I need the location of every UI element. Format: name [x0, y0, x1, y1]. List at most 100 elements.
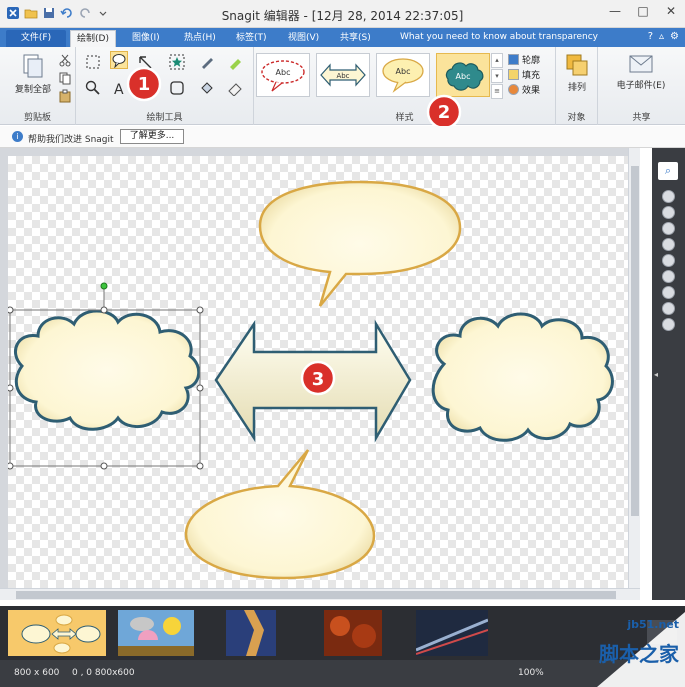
effects-button[interactable]: 效果	[508, 83, 540, 96]
tab-share[interactable]: 共享(S)	[334, 30, 377, 47]
ribbon: 复制全部 剪贴板 A 绘制工具 样式 Abc Abc Abc Abc ▴ ▾ ≡…	[0, 47, 685, 125]
group-object: 排列 对象	[556, 47, 598, 125]
arrange-button[interactable]: 排列	[560, 53, 594, 93]
resize-handle[interactable]	[100, 462, 108, 470]
copy-all-label: 复制全部	[14, 85, 51, 95]
tray-thumbnail[interactable]	[118, 610, 194, 656]
info-icon: i	[12, 131, 23, 142]
help-icon[interactable]: ?	[648, 31, 653, 42]
effects-toolbar: ⌕ ◂	[652, 148, 685, 600]
cut-icon[interactable]	[56, 51, 74, 69]
search-icon[interactable]: ⌕	[658, 162, 678, 180]
info-bar: i 帮助我们改进 Snagit 了解更多...	[0, 126, 685, 148]
effect-icon[interactable]	[662, 286, 675, 299]
speech-bubble-top[interactable]	[258, 180, 462, 307]
highlighter-tool-icon[interactable]	[226, 53, 244, 71]
resize-handle[interactable]	[196, 462, 204, 470]
magnify-tool-icon[interactable]	[84, 79, 102, 97]
fill-button[interactable]: 填充	[508, 68, 540, 81]
style-gallery-scroll[interactable]: ▴ ▾ ≡	[491, 53, 503, 100]
effect-icon[interactable]	[662, 318, 675, 331]
help-link[interactable]: What you need to know about transparency	[400, 32, 598, 42]
marker-1: 1	[126, 66, 162, 102]
canvas-shapes: 3	[8, 180, 614, 580]
object-group-label: 对象	[567, 113, 586, 123]
resize-handle[interactable]	[196, 384, 204, 392]
thumbnail-image	[21, 614, 101, 654]
fill-tool-icon[interactable]	[198, 79, 216, 97]
effect-icon[interactable]	[662, 190, 675, 203]
tab-file[interactable]: 文件(F)	[6, 30, 66, 47]
tray-thumbnail[interactable]	[324, 610, 382, 656]
ribbon-minimize-icon[interactable]: ▵	[659, 31, 664, 42]
rotate-handle[interactable]	[100, 282, 108, 290]
tab-image[interactable]: 图像(I)	[126, 30, 166, 47]
style-yellow-speech-bubble[interactable]: Abc	[376, 53, 430, 97]
resize-handle[interactable]	[8, 462, 14, 470]
tray-thumbnail-selected[interactable]	[8, 610, 106, 656]
collapse-panel-icon[interactable]: ◂	[654, 370, 660, 386]
stamp-tool-icon[interactable]	[168, 53, 186, 71]
marker-1-label: 1	[138, 74, 151, 95]
cloud-shape-left[interactable]	[14, 309, 201, 431]
marker-3-label: 3	[312, 369, 325, 390]
style-teal-cloud[interactable]: Abc	[436, 53, 490, 97]
pen-tool-icon[interactable]	[198, 53, 216, 71]
marker-2-label: 2	[438, 102, 451, 123]
maximize-button[interactable]: □	[629, 0, 657, 22]
tab-draw[interactable]: 绘制(D)	[70, 30, 116, 47]
effect-icon[interactable]	[662, 238, 675, 251]
shape-tool-icon[interactable]	[168, 79, 186, 97]
resize-handle[interactable]	[100, 306, 108, 314]
email-button[interactable]: 电子邮件(E)	[606, 53, 676, 91]
tray-thumbnail[interactable]	[415, 610, 489, 656]
minimize-button[interactable]: —	[601, 0, 629, 22]
tray-thumbnail[interactable]	[226, 610, 276, 656]
selection-tool-icon[interactable]	[84, 53, 102, 71]
style-sample-text: Abc	[276, 68, 291, 77]
tab-view[interactable]: 视图(V)	[282, 30, 325, 47]
vertical-scroll-thumb[interactable]	[631, 166, 639, 516]
resize-handle[interactable]	[8, 306, 14, 314]
gallery-down-icon[interactable]: ▾	[491, 68, 503, 84]
email-label: 电子邮件(E)	[616, 81, 666, 91]
tray-options-button[interactable]	[647, 620, 677, 644]
shape-properties: 轮廓 填充 效果	[508, 53, 540, 96]
style-red-dashed-callout[interactable]: Abc	[256, 53, 310, 97]
group-clipboard: 复制全部 剪贴板	[0, 47, 76, 125]
tab-tags[interactable]: 标签(T)	[230, 30, 273, 47]
gallery-up-icon[interactable]: ▴	[491, 53, 503, 68]
resize-handle[interactable]	[196, 306, 204, 314]
close-button[interactable]: ✕	[657, 0, 685, 22]
vertical-scrollbar[interactable]	[628, 148, 640, 588]
effect-icon[interactable]	[662, 206, 675, 219]
zoom-level-text[interactable]: 100%	[518, 668, 544, 678]
drawing-canvas[interactable]: 3	[8, 156, 628, 588]
horizontal-scroll-thumb[interactable]	[16, 591, 616, 599]
gallery-more-icon[interactable]: ≡	[491, 84, 503, 100]
thumbnail-image	[226, 610, 276, 656]
settings-icon[interactable]: ⚙	[670, 31, 679, 42]
outline-button[interactable]: 轮廓	[508, 53, 540, 66]
cloud-shape-right[interactable]	[431, 312, 614, 442]
learn-more-button[interactable]: 了解更多...	[120, 129, 184, 144]
effect-icon[interactable]	[662, 222, 675, 235]
style-sample-text: Abc	[396, 67, 411, 76]
paste-icon[interactable]	[56, 87, 74, 105]
clipboard-group-label: 剪贴板	[23, 113, 51, 123]
share-group-label: 共享	[632, 113, 651, 123]
copy-all-button[interactable]: 复制全部	[10, 53, 56, 95]
effect-icon[interactable]	[662, 270, 675, 283]
effect-icon[interactable]	[662, 254, 675, 267]
speech-bubble-bottom[interactable]	[184, 449, 376, 580]
horizontal-scrollbar[interactable]	[0, 588, 640, 600]
tab-hotspot[interactable]: 热点(H)	[178, 30, 222, 47]
thumbnail-image	[118, 610, 194, 656]
style-arrow-shape[interactable]: Abc	[316, 53, 370, 97]
style-sample-text: Abc	[336, 72, 349, 80]
resize-handle[interactable]	[8, 384, 14, 392]
eraser-tool-icon[interactable]	[226, 79, 244, 97]
copy-icon[interactable]	[56, 69, 74, 87]
effect-icon[interactable]	[662, 302, 675, 315]
marker-3: 3	[300, 360, 336, 396]
